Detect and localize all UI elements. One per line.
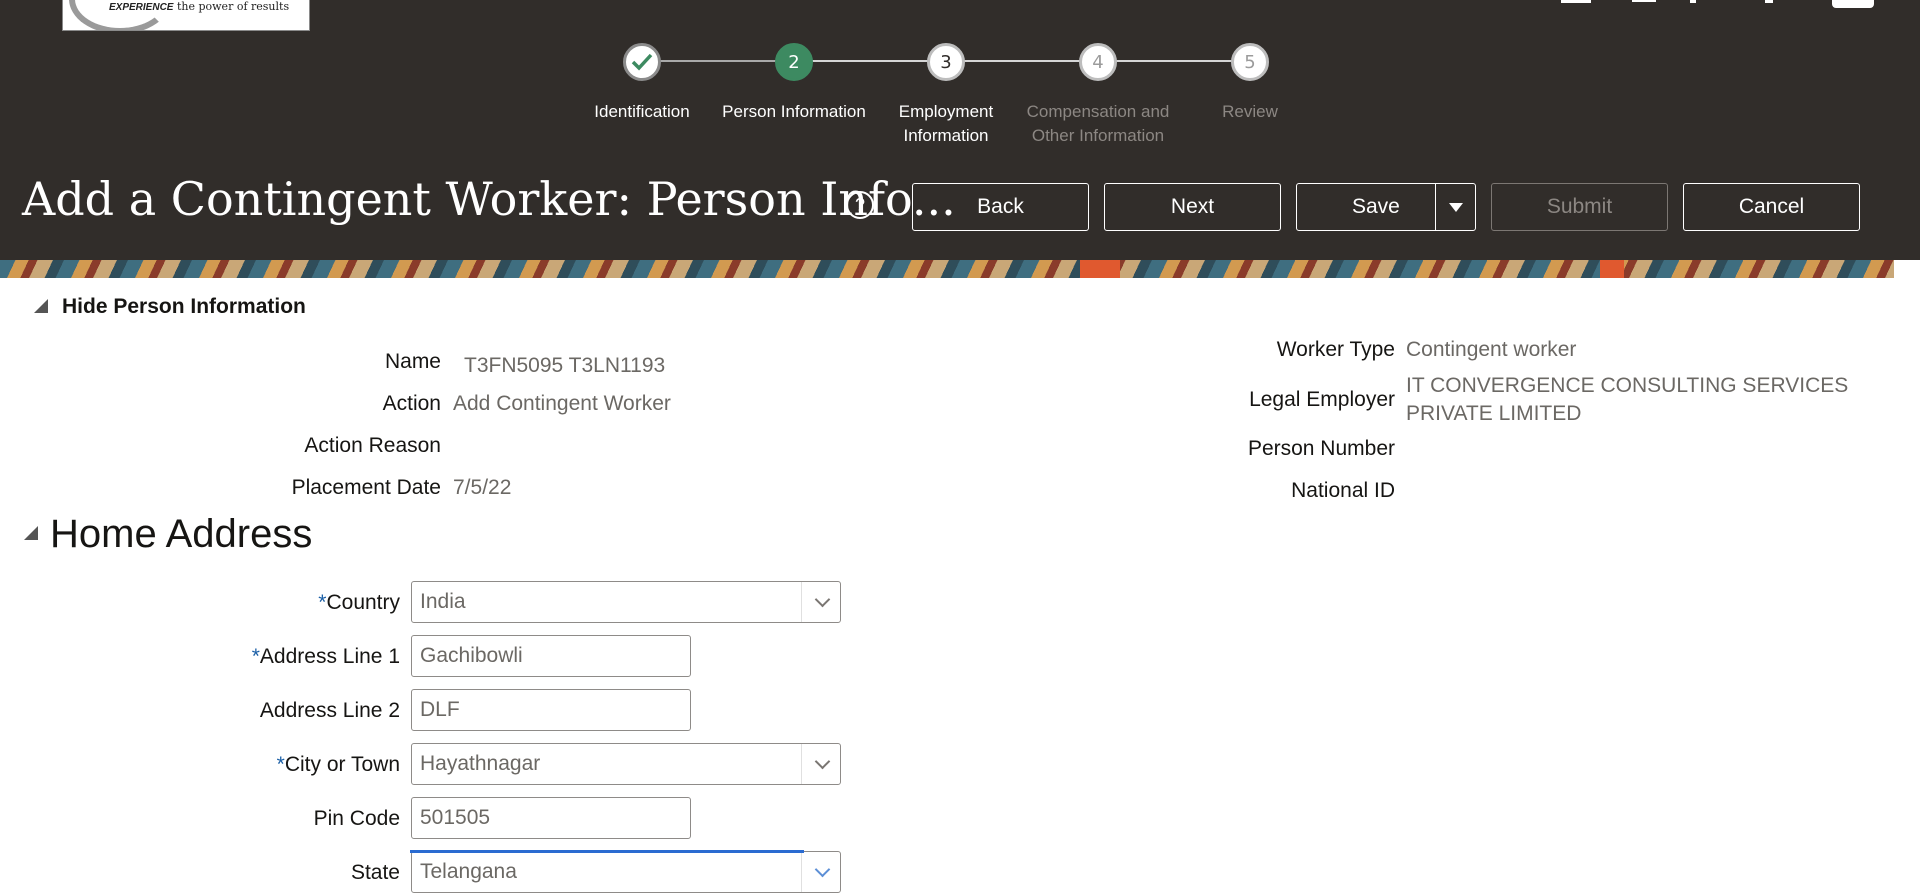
train-label-employment-information: Employment Information (898, 102, 994, 145)
action-value: Add Contingent Worker (453, 392, 671, 415)
home-icon[interactable] (1561, 0, 1591, 3)
train-label-identification: Identification (594, 102, 690, 121)
train-label-person-information: Person Information (722, 102, 866, 121)
legal-employer-value-line1: IT CONVERGENCE CONSULTING SERVICES (1406, 374, 1849, 397)
action-label: Action (382, 392, 441, 415)
select-divider (801, 582, 802, 622)
state-label: State (351, 861, 400, 885)
worker-type-value: Contingent worker (1406, 338, 1577, 361)
next-button-label: Next (1170, 195, 1215, 218)
logo-tagline: EXPERIENCE the power of results (109, 0, 290, 13)
person-number-label: Person Number (1247, 437, 1395, 460)
name-value: T3FN5095 T3LN1193 (464, 354, 666, 377)
city-or-town-label: *City or Town (277, 753, 400, 777)
submit-button: Submit (1491, 183, 1668, 231)
train-step-number: 4 (1092, 51, 1104, 73)
home-address-section-title[interactable]: Home Address (50, 512, 312, 557)
cancel-button-label: Cancel (1738, 195, 1805, 218)
train-step-number: 5 (1244, 51, 1256, 73)
address-line-1-value: Gachibowli (420, 644, 523, 667)
user-avatar[interactable] (1832, 0, 1874, 8)
action-reason-label: Action Reason (304, 434, 441, 457)
placement-date-value: 7/5/22 (453, 476, 512, 499)
train-step-review: 5 (1231, 43, 1269, 81)
state-label-text: State (350, 861, 400, 884)
country-select[interactable]: India (411, 581, 841, 623)
train-step-compensation: 4 (1079, 43, 1117, 81)
city-or-town-label-text: City or Town (284, 753, 400, 776)
train-step-employment-information[interactable]: 3 (927, 43, 965, 81)
city-or-town-select[interactable]: Hayathnagar (411, 743, 841, 785)
train-step-number: 3 (940, 51, 952, 73)
legal-employer-value-line2: PRIVATE LIMITED (1406, 402, 1582, 425)
train-step-number: 2 (788, 51, 800, 73)
required-marker: * (276, 753, 285, 776)
train-step-person-information[interactable]: 2 (775, 43, 813, 81)
next-button[interactable]: Next (1104, 183, 1281, 231)
page-header: EXPERIENCE the power of results 2 3 4 5 … (0, 0, 1920, 260)
select-divider (801, 744, 802, 784)
city-or-town-value: Hayathnagar (420, 752, 541, 775)
country-label: *Country (318, 591, 400, 615)
state-value: Telangana (420, 860, 517, 883)
company-logo: EXPERIENCE the power of results (62, 0, 310, 31)
train-connector-2-3 (812, 60, 928, 62)
cancel-button[interactable]: Cancel (1683, 183, 1860, 231)
address-line-1-input[interactable]: Gachibowli (411, 635, 691, 677)
back-button[interactable]: Back (912, 183, 1089, 231)
banner-accent (1080, 260, 1120, 278)
caret-down-icon (1449, 202, 1463, 212)
legal-employer-label: Legal Employer (1249, 388, 1395, 411)
train-label-compensation: Compensation and Other Information (1026, 102, 1170, 145)
train-connector-3-4 (964, 60, 1080, 62)
pin-code-input[interactable]: 501505 (411, 797, 691, 839)
scroll-gutter (1894, 260, 1920, 892)
pin-code-label-text: Pin Code (313, 807, 400, 830)
address-line-2-label: Address Line 2 (260, 699, 400, 723)
collapse-triangle-icon[interactable] (24, 526, 38, 540)
train-step-identification[interactable] (623, 43, 661, 81)
national-id-label: National ID (1291, 479, 1395, 502)
country-label-text: Country (326, 591, 400, 614)
address-line-1-label-text: Address Line 1 (259, 645, 400, 668)
chevron-down-icon[interactable] (814, 753, 831, 770)
address-line-2-input[interactable]: DLF (411, 689, 691, 731)
required-marker: * (251, 645, 260, 668)
placement-date-label: Placement Date (291, 476, 441, 499)
collapse-triangle-icon[interactable] (34, 299, 48, 313)
address-line-1-label: *Address Line 1 (252, 645, 400, 669)
pin-code-label: Pin Code (314, 807, 400, 831)
notifications-icon[interactable] (1765, 0, 1773, 3)
state-select[interactable]: Telangana (411, 851, 841, 893)
train-label-review: Review (1222, 102, 1278, 121)
pin-code-value: 501505 (420, 806, 491, 829)
state-focus-indicator (410, 850, 804, 853)
train-connector-1-2 (660, 60, 776, 62)
question-circle-icon[interactable]: ? (846, 191, 874, 219)
select-divider (801, 852, 802, 892)
chevron-down-icon[interactable] (814, 861, 831, 878)
checkmark-icon (631, 53, 653, 71)
save-button-label: Save (1352, 195, 1400, 218)
submit-button-label: Submit (1546, 195, 1613, 218)
favorites-icon[interactable] (1632, 0, 1656, 2)
name-label: Name (384, 350, 441, 373)
banner-accent (1600, 260, 1624, 278)
hide-person-information-toggle[interactable]: Hide Person Information (62, 295, 306, 319)
address-line-2-label-text: Address Line 2 (259, 699, 400, 722)
back-button-label: Back (977, 195, 1024, 218)
page-title: Add a Contingent Worker: Person Info... (22, 172, 956, 226)
address-line-2-value: DLF (420, 698, 460, 721)
country-value: India (420, 590, 466, 613)
chevron-down-icon[interactable] (814, 591, 831, 608)
train-connector-4-5 (1116, 60, 1232, 62)
watchlist-icon[interactable] (1690, 0, 1696, 3)
worker-type-label: Worker Type (1276, 338, 1395, 361)
save-options-button[interactable] (1436, 183, 1476, 231)
